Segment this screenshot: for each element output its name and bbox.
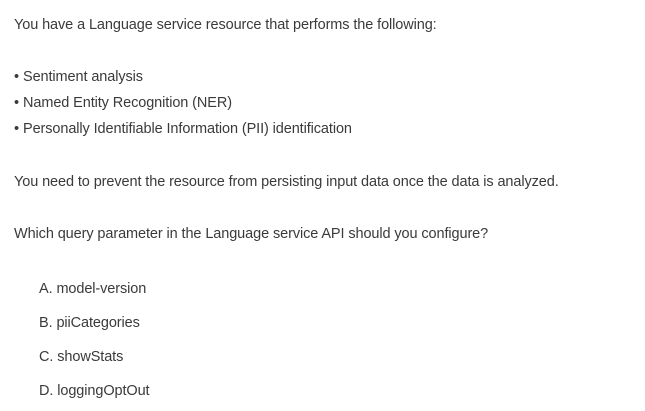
bullet-icon: •	[14, 95, 19, 111]
question-prompt: Which query parameter in the Language se…	[14, 226, 489, 242]
bullet-item: • Personally Identifiable Information (PI…	[14, 120, 352, 138]
question-page: You have a Language service resource tha…	[0, 0, 645, 411]
option-text: model-version	[56, 281, 147, 297]
option-text: piiCategories	[56, 315, 140, 331]
option-text: showStats	[57, 349, 124, 365]
question-intro: You have a Language service resource tha…	[14, 17, 437, 33]
option-letter: D.	[39, 383, 54, 399]
bullet-text: Named Entity Recognition (NER)	[23, 95, 232, 111]
question-requirement: You need to prevent the resource from pe…	[14, 174, 559, 190]
answer-option-c[interactable]: C. showStats	[39, 348, 123, 366]
option-text: loggingOptOut	[57, 383, 150, 399]
answer-option-d[interactable]: D. loggingOptOut	[39, 382, 150, 400]
bullet-icon: •	[14, 69, 19, 85]
answer-option-b[interactable]: B. piiCategories	[39, 314, 140, 332]
bullet-text: Personally Identifiable Information (PII…	[23, 121, 352, 137]
answer-option-a[interactable]: A. model-version	[39, 280, 146, 298]
option-letter: A.	[39, 281, 53, 297]
bullet-item: • Named Entity Recognition (NER)	[14, 94, 232, 112]
option-letter: C.	[39, 349, 54, 365]
bullet-icon: •	[14, 121, 19, 137]
option-letter: B.	[39, 315, 53, 331]
bullet-text: Sentiment analysis	[23, 69, 143, 85]
bullet-item: • Sentiment analysis	[14, 68, 143, 86]
